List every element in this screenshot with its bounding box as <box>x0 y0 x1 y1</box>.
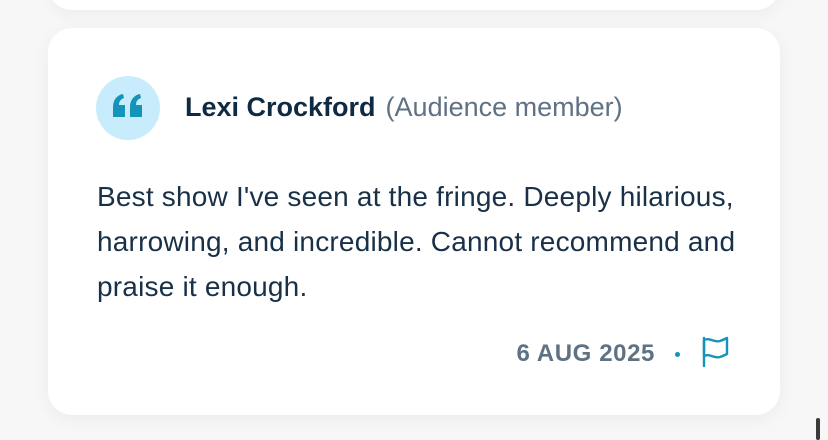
separator-dot <box>675 351 680 357</box>
review-date: 6 AUG 2025 <box>516 340 655 367</box>
quote-icon <box>111 93 145 124</box>
review-author: Lexi Crockford (Audience member) <box>185 92 623 126</box>
flag-icon <box>700 336 730 373</box>
review-text: Best show I've seen at the fringe. Deepl… <box>97 181 736 302</box>
author-role: (Audience member) <box>385 92 623 122</box>
previous-review-card <box>48 0 780 10</box>
review-card: Lexi Crockford (Audience member) Best sh… <box>48 28 780 415</box>
quote-badge <box>96 76 160 140</box>
report-review-button[interactable] <box>698 336 732 373</box>
author-name: Lexi Crockford <box>185 92 376 122</box>
scrollbar-thumb[interactable] <box>816 418 820 440</box>
review-footer: 6 AUG 2025 <box>516 336 732 372</box>
